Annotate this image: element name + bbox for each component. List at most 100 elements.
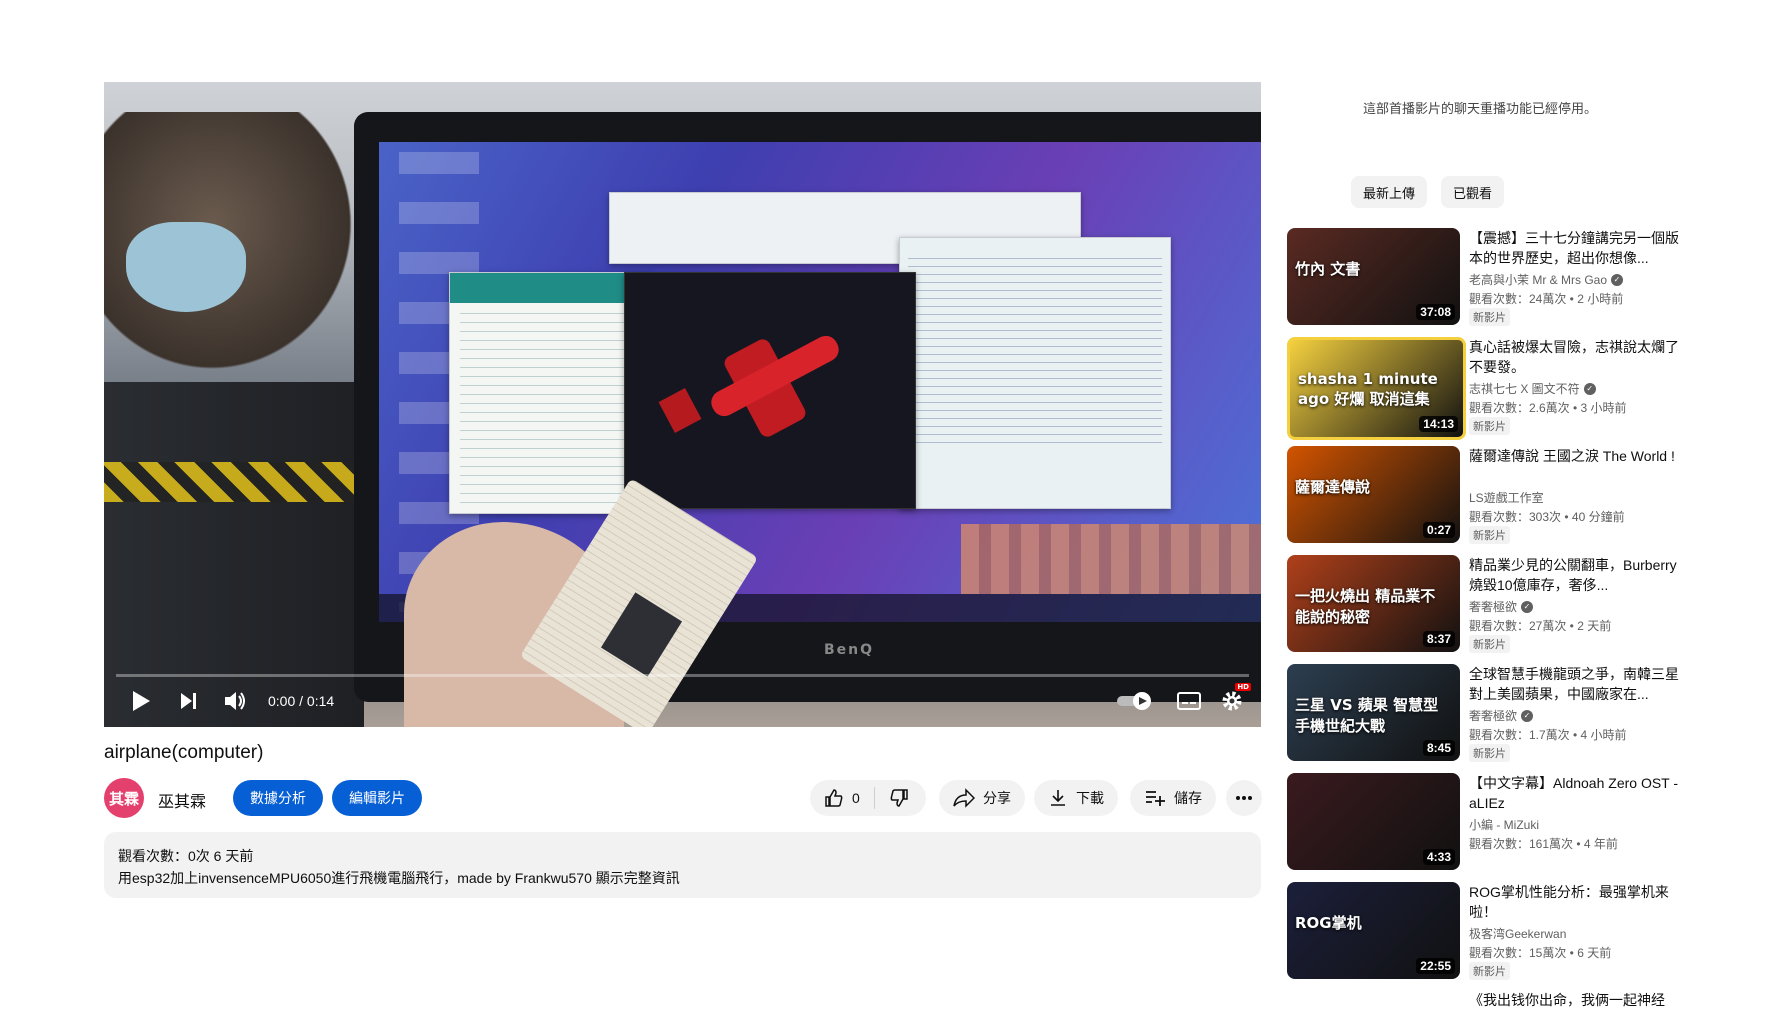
- recommendation-title[interactable]: 【震撼】三十七分鐘講完另一個版本的世界歷史，超出你想像...: [1469, 228, 1681, 268]
- thumbnail-caption: 竹內 文書: [1295, 260, 1361, 278]
- hd-badge: HD: [1235, 683, 1251, 691]
- thumbs-down-icon: [890, 789, 908, 807]
- thumbnail-caption: 薩爾達傳說: [1295, 478, 1371, 496]
- download-label: 下載: [1076, 790, 1104, 806]
- description-stats: 觀看次數：0次 6 天前: [118, 848, 254, 864]
- like-dislike-group: 0: [810, 780, 926, 816]
- recommendation-channel[interactable]: LS遊戲工作室: [1469, 489, 1544, 506]
- recommendation-channel[interactable]: 小編 - MiZuki: [1469, 816, 1539, 833]
- recommendation-item[interactable]: ROG掌机 22:55 ROG掌机性能分析：最强掌机来啦！ 极客湾Geekerwan 觀…: [1287, 882, 1687, 982]
- dislike-button[interactable]: [875, 780, 923, 816]
- recommendation-title[interactable]: 精品業少見的公關翻車，Burberry燒毀10億庫存，奢侈...: [1469, 555, 1681, 595]
- edit-video-button[interactable]: 編輯影片: [332, 780, 422, 816]
- playlist-add-icon: [1146, 791, 1165, 806]
- recommendation-title[interactable]: 全球智慧手機龍頭之爭，南韓三星對上美國蘋果，中國廠家在...: [1469, 664, 1681, 704]
- partial-rec-title[interactable]: 《我出钱你出命，我俩一起神经: [1469, 990, 1665, 1010]
- recommendation-item[interactable]: shasha 1 minute ago 好爛 取消這集 14:13 真心話被爆太冒險…: [1287, 337, 1687, 440]
- recommendation-title[interactable]: 真心話被爆太冒險，志祺說太爛了不要發。: [1469, 337, 1681, 377]
- video-thumbnail[interactable]: 三星 VS 蘋果 智慧型手機世紀大戰 8:45: [1287, 664, 1460, 761]
- description-box[interactable]: 觀看次數：0次 6 天前 用esp32加上invensenceMPU6050進行…: [104, 832, 1261, 898]
- video-thumbnail[interactable]: shasha 1 minute ago 好爛 取消這集 14:13: [1287, 337, 1466, 440]
- verified-icon: ✓: [1611, 273, 1624, 286]
- recommendation-item[interactable]: 三星 VS 蘋果 智慧型手機世紀大戰 8:45 全球智慧手機龍頭之爭，南韓三星對上美…: [1287, 664, 1687, 764]
- recommendation-meta: 觀看次數：24萬次 • 2 小時前: [1469, 292, 1624, 306]
- airplane-simulation-window: [624, 272, 916, 509]
- play-button[interactable]: [128, 688, 154, 714]
- play-icon: [133, 691, 150, 711]
- channel-label: LS遊戲工作室: [1469, 491, 1544, 505]
- channel-label: 志祺七七 X 圖文不符: [1469, 382, 1580, 396]
- thumbnail-caption: ROG掌机: [1295, 914, 1362, 932]
- new-video-badge: 新影片: [1469, 744, 1510, 762]
- duration-badge: 4:33: [1422, 849, 1455, 865]
- recommendation-title[interactable]: ROG掌机性能分析：最强掌机来啦！: [1469, 882, 1681, 922]
- thumbnail-caption: shasha 1 minute ago 好爛 取消這集: [1298, 370, 1438, 408]
- recommendation-meta: 觀看次數：161萬次 • 4 年前: [1469, 837, 1618, 851]
- recommendation-meta: 觀看次數：2.6萬次 • 3 小時前: [1469, 401, 1627, 415]
- recommendation-channel[interactable]: 老高與小茉 Mr & Mrs Gao ✓: [1469, 271, 1624, 288]
- video-thumbnail[interactable]: 一把火燒出 精品業不能說的秘密 8:37: [1287, 555, 1460, 652]
- save-button[interactable]: 儲存: [1130, 780, 1216, 816]
- thumbnail-caption: 三星 VS 蘋果 智慧型手機世紀大戰: [1295, 696, 1439, 735]
- share-button[interactable]: 分享: [939, 780, 1025, 816]
- video-player[interactable]: BenQ 0:00 / 0:14 HD: [104, 82, 1261, 727]
- recommendation-meta: 觀看次數：303次 • 40 分鐘前: [1469, 510, 1625, 524]
- video-thumbnail[interactable]: 薩爾達傳說 0:27: [1287, 446, 1460, 543]
- recommendation-channel[interactable]: 奢奢極欲 ✓: [1469, 707, 1534, 724]
- avatar[interactable]: 其霖: [104, 778, 144, 818]
- like-button[interactable]: 0: [810, 780, 874, 816]
- video-title: airplane(computer): [104, 742, 264, 763]
- more-actions-button[interactable]: [1226, 780, 1262, 816]
- analytics-button[interactable]: 數據分析: [233, 780, 323, 816]
- chip-latest[interactable]: 最新上傳: [1351, 176, 1428, 208]
- more-horizontal-icon: [1236, 796, 1252, 800]
- channel-label: 小編 - MiZuki: [1469, 818, 1539, 832]
- channel-label: 奢奢極欲: [1469, 709, 1518, 723]
- video-frame: BenQ: [104, 82, 1261, 727]
- verified-icon: ✓: [1583, 382, 1596, 395]
- verified-icon: ✓: [1521, 600, 1534, 613]
- autoplay-toggle[interactable]: [1115, 689, 1155, 713]
- like-count: 0: [852, 790, 860, 806]
- recommendation-item[interactable]: 薩爾達傳說 0:27 薩爾達傳說 王國之淚 The World ! LS遊戲工作室觀看…: [1287, 446, 1687, 546]
- recommendation-channel[interactable]: 奢奢極欲 ✓: [1469, 598, 1534, 615]
- time-display: 0:00 / 0:14: [268, 693, 335, 709]
- recommendation-title[interactable]: 【中文字幕】Aldnoah Zero OST - aLIEz: [1469, 773, 1681, 813]
- new-video-badge: 新影片: [1469, 526, 1510, 544]
- duration-badge: 0:27: [1422, 522, 1455, 538]
- recommendation-item[interactable]: 竹內 文書 37:08 【震撼】三十七分鐘講完另一個版本的世界歷史，超出你想像...…: [1287, 228, 1687, 328]
- player-controls: 0:00 / 0:14 HD: [104, 675, 1261, 727]
- video-thumbnail[interactable]: 4:33: [1287, 773, 1460, 870]
- channel-label: 老高與小茉 Mr & Mrs Gao: [1469, 273, 1608, 287]
- next-button[interactable]: [176, 688, 202, 714]
- channel-name[interactable]: 巫其霖: [158, 788, 206, 812]
- chip-watched[interactable]: 已觀看: [1441, 176, 1505, 208]
- duration-badge: 8:37: [1422, 631, 1455, 647]
- duration-badge: 14:13: [1419, 416, 1458, 432]
- channel-label: 极客湾Geekerwan: [1469, 927, 1567, 941]
- settings-button[interactable]: HD: [1217, 683, 1251, 715]
- thumbs-up-icon: [825, 789, 843, 807]
- recommendation-item[interactable]: 一把火燒出 精品業不能說的秘密 8:37 精品業少見的公關翻車，Burberry燒毀…: [1287, 555, 1687, 655]
- description-text: 用esp32加上invensenceMPU6050進行飛機電腦飛行，made b…: [118, 870, 680, 886]
- video-thumbnail[interactable]: 竹內 文書 37:08: [1287, 228, 1460, 325]
- recommendation-channel[interactable]: 志祺七七 X 圖文不符 ✓: [1469, 380, 1596, 397]
- new-video-badge: 新影片: [1469, 635, 1510, 653]
- save-label: 儲存: [1174, 790, 1202, 806]
- video-thumbnail[interactable]: ROG掌机 22:55: [1287, 882, 1460, 979]
- share-label: 分享: [983, 790, 1011, 806]
- recommendation-title[interactable]: 薩爾達傳說 王國之淚 The World !: [1469, 446, 1681, 466]
- channel-label: 奢奢極欲: [1469, 600, 1518, 614]
- recommendation-channel[interactable]: 极客湾Geekerwan: [1469, 925, 1566, 942]
- autoplay-toggle-icon: [1117, 692, 1151, 710]
- download-icon: [1051, 790, 1065, 806]
- verified-icon: ✓: [1521, 709, 1534, 722]
- chat-replay-disabled-note: 這部首播影片的聊天重播功能已經停用。: [1362, 101, 1597, 116]
- volume-button[interactable]: [221, 688, 249, 714]
- captions-button[interactable]: [1175, 689, 1203, 713]
- next-icon: [181, 693, 196, 709]
- new-video-badge: 新影片: [1469, 962, 1510, 980]
- recommendation-item[interactable]: 4:33 【中文字幕】Aldnoah Zero OST - aLIEz 小編 - M…: [1287, 773, 1687, 873]
- volume-icon: [225, 692, 245, 710]
- download-button[interactable]: 下載: [1034, 780, 1118, 816]
